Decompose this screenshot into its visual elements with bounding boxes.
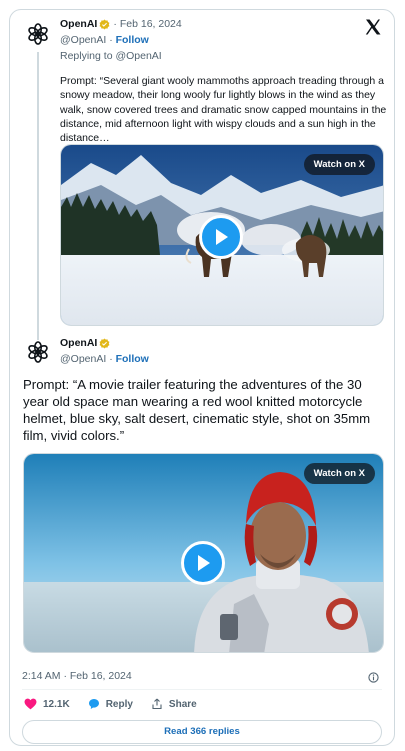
verified-badge-icon — [99, 19, 110, 30]
quoted-handle-row: @OpenAI · Follow — [60, 34, 149, 46]
quoted-author-row: OpenAI · Feb 16, 2024 — [60, 18, 182, 30]
main-author-name[interactable]: OpenAI — [60, 337, 97, 349]
quoted-handle-separator: · — [109, 34, 113, 46]
play-button[interactable] — [181, 541, 225, 585]
tweet-embed-card: OpenAI · Feb 16, 2024 @OpenAI · Follow R… — [9, 9, 395, 746]
mammoth-video[interactable]: Watch on X — [60, 144, 384, 326]
heart-icon — [24, 698, 37, 710]
main-tweet-text: Prompt: “A movie trailer featuring the a… — [23, 377, 371, 443]
quoted-follow-button[interactable]: Follow — [116, 34, 149, 46]
action-bar: 12.1K Reply Share — [24, 698, 215, 710]
divider — [22, 689, 382, 690]
quoted-author-name[interactable]: OpenAI — [60, 18, 97, 30]
x-logo-icon[interactable] — [364, 18, 382, 36]
main-handle-row: @OpenAI · Follow — [60, 353, 149, 365]
read-replies-button[interactable]: Read 366 replies — [22, 720, 382, 744]
share-button[interactable]: Share — [151, 698, 197, 710]
quoted-tweet-text: Prompt: “Several giant wooly mammoths ap… — [60, 75, 387, 145]
info-icon[interactable] — [368, 670, 379, 683]
main-author-row: OpenAI — [60, 337, 110, 349]
main-handle[interactable]: @OpenAI — [60, 353, 106, 365]
quoted-date[interactable]: Feb 16, 2024 — [120, 18, 182, 30]
quoted-date-separator: · — [113, 18, 117, 30]
share-label: Share — [168, 698, 197, 710]
spaceman-video[interactable]: Watch on X — [23, 453, 384, 653]
reply-label: Reply — [105, 698, 133, 710]
thread-connector-line — [37, 52, 39, 340]
like-count: 12.1K — [43, 698, 70, 710]
openai-logo-icon[interactable] — [26, 22, 50, 46]
like-button[interactable]: 12.1K — [24, 698, 70, 710]
openai-logo-icon[interactable] — [26, 340, 50, 364]
play-button[interactable] — [199, 215, 243, 259]
watch-on-x-button[interactable]: Watch on X — [303, 154, 375, 175]
play-icon — [198, 555, 210, 571]
quoted-handle[interactable]: @OpenAI — [60, 34, 106, 46]
main-handle-separator: · — [109, 353, 113, 365]
watch-on-x-button[interactable]: Watch on X — [303, 463, 375, 484]
reply-bubble-icon — [88, 699, 99, 709]
share-icon — [152, 698, 162, 710]
verified-badge-icon — [99, 338, 110, 349]
main-follow-button[interactable]: Follow — [116, 353, 149, 365]
tweet-timestamp[interactable]: 2:14 AM · Feb 16, 2024 — [22, 670, 132, 682]
reply-button[interactable]: Reply — [88, 698, 133, 710]
replying-to-label[interactable]: Replying to @OpenAI — [60, 50, 162, 62]
play-icon — [216, 229, 228, 245]
